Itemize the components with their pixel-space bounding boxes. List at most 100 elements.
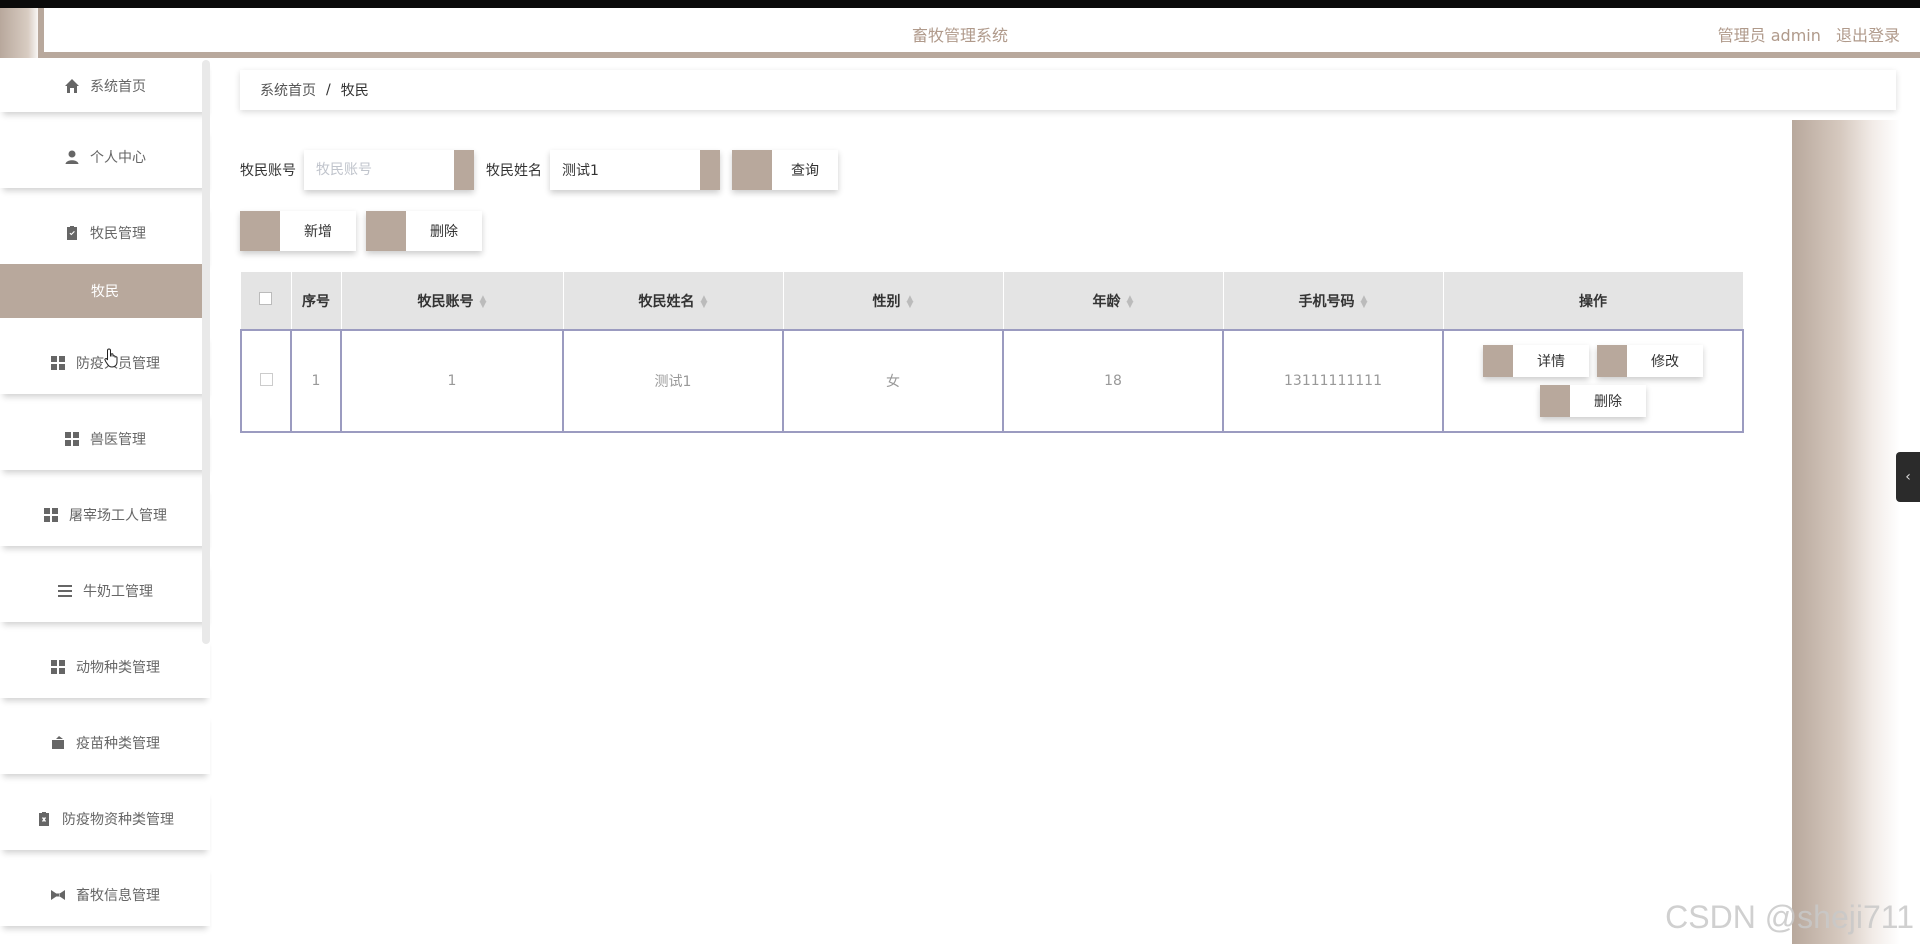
logout-link[interactable]: 退出登录: [1836, 26, 1900, 45]
sidebar-item-herder-management[interactable]: 牧民管理: [0, 202, 210, 264]
sort-icon: ▲ ▼: [906, 293, 914, 310]
sidebar-item-label: 兽医管理: [90, 432, 146, 448]
app-header: 畜牧管理系统 管理员 admin 退出登录: [0, 8, 1920, 58]
sidebar-item-home[interactable]: 系统首页: [0, 60, 210, 112]
account-input-wrapper: [304, 150, 474, 190]
col-gender-label: 性别: [872, 293, 901, 310]
sidebar-item-label: 屠宰场工人管理: [69, 508, 167, 524]
home-icon: [64, 78, 80, 94]
col-name[interactable]: 牧民姓名 ▲ ▼: [563, 272, 784, 330]
search-bar: 牧民账号 牧民姓名 查询: [240, 150, 838, 190]
detail-button-label: 详情: [1537, 354, 1565, 370]
sidebar-item-slaughterhouse-worker-management[interactable]: 屠宰场工人管理: [0, 484, 210, 546]
sidebar-item-milk-worker-management[interactable]: 牛奶工管理: [0, 560, 210, 622]
sidebar-item-livestock-info-management[interactable]: 畜牧信息管理: [0, 864, 210, 926]
sort-icon: ▲ ▼: [1360, 293, 1368, 310]
sidebar-item-label: 疫苗种类管理: [76, 736, 160, 752]
col-age[interactable]: 年龄 ▲ ▼: [1003, 272, 1224, 330]
button-decoration: [1483, 345, 1513, 377]
col-operations: 操作: [1443, 272, 1744, 330]
breadcrumb-home[interactable]: 系统首页: [260, 80, 316, 100]
sort-icon: ▲ ▼: [1126, 293, 1134, 310]
row-select-cell: [240, 329, 292, 433]
name-input-decoration: [696, 150, 720, 190]
account-input[interactable]: [304, 150, 444, 190]
right-decoration-panel: [1792, 120, 1900, 944]
sidebar: 系统首页 个人中心 牧民管理 牧民 防疫人员管理 兽医管理 屠宰场工人管理 牛奶…: [0, 60, 212, 944]
col-gender[interactable]: 性别 ▲ ▼: [783, 272, 1004, 330]
account-input-decoration: [450, 150, 474, 190]
row-checkbox[interactable]: [259, 372, 273, 386]
hand-cursor-icon: [104, 348, 118, 368]
table-header-row: 序号 牧民账号 ▲ ▼ 牧民姓名 ▲ ▼ 性别 ▲ ▼ 年龄 ▲ ▼ 手机号码 ▲ ▼ 操作: [241, 272, 1744, 330]
row-delete-button[interactable]: 删除: [1540, 385, 1646, 417]
action-bar: 新增 删除: [240, 211, 482, 251]
sidebar-item-personal-center[interactable]: 个人中心: [0, 126, 210, 188]
col-account[interactable]: 牧民账号 ▲ ▼: [341, 272, 564, 330]
select-all-checkbox[interactable]: [259, 292, 273, 305]
list-icon: [57, 583, 73, 599]
col-phone-label: 手机号码: [1298, 293, 1355, 310]
sidebar-item-vaccine-type-management[interactable]: 疫苗种类管理: [0, 712, 210, 774]
collapse-panel-button[interactable]: ‹: [1896, 452, 1920, 502]
button-decoration: [366, 211, 406, 251]
user-icon: [64, 149, 80, 165]
cell-index: 1: [290, 329, 342, 433]
button-decoration: [1597, 345, 1627, 377]
herder-table: 序号 牧民账号 ▲ ▼ 牧民姓名 ▲ ▼ 性别 ▲ ▼ 年龄 ▲ ▼ 手机号码 ▲ ▼ 操作 1 1…: [240, 272, 1744, 433]
detail-button[interactable]: 详情: [1483, 345, 1589, 377]
grid-icon: [50, 659, 66, 675]
sidebar-item-label: 防疫物资种类管理: [62, 812, 174, 828]
clipboard-x-icon: [36, 811, 52, 827]
col-index: 序号: [291, 272, 342, 330]
select-all-header: [241, 272, 292, 330]
sort-icon: ▲ ▼: [700, 293, 708, 310]
sidebar-item-label: 个人中心: [90, 150, 146, 166]
grid-icon: [43, 507, 59, 523]
account-label: 牧民账号: [240, 163, 296, 179]
row-delete-button-label: 删除: [1594, 394, 1622, 410]
user-area: 管理员 admin 退出登录: [1708, 22, 1900, 46]
clipboard-icon: [64, 225, 80, 241]
watermark: CSDN @sheji711: [1665, 899, 1914, 935]
top-strip: [0, 0, 1920, 8]
cell-phone: 13111111111: [1222, 329, 1444, 433]
breadcrumb-separator: /: [326, 82, 331, 98]
bow-icon: [50, 887, 66, 903]
app-title: 畜牧管理系统: [911, 26, 1008, 45]
cell-account: 1: [340, 329, 564, 433]
sidebar-item-label: 牧民: [91, 284, 119, 300]
col-phone[interactable]: 手机号码 ▲ ▼: [1223, 272, 1444, 330]
grid-icon: [64, 431, 80, 447]
chevron-left-icon: ‹: [1905, 469, 1911, 485]
button-decoration: [732, 150, 772, 190]
sidebar-item-label: 动物种类管理: [76, 660, 160, 676]
sidebar-item-animal-type-management[interactable]: 动物种类管理: [0, 636, 210, 698]
col-account-label: 牧民账号: [417, 293, 474, 310]
sidebar-item-label: 牧民管理: [90, 226, 146, 242]
sidebar-item-label: 系统首页: [90, 79, 146, 95]
batch-delete-button[interactable]: 删除: [366, 211, 482, 251]
sidebar-item-label: 牛奶工管理: [83, 584, 153, 600]
sidebar-item-vet-management[interactable]: 兽医管理: [0, 408, 210, 470]
name-input-wrapper: [550, 150, 720, 190]
user-label: 管理员 admin: [1717, 26, 1821, 45]
sidebar-scrollbar[interactable]: [202, 60, 210, 644]
wallet-icon: [50, 735, 66, 751]
button-decoration: [1540, 385, 1570, 417]
button-decoration: [240, 211, 280, 251]
name-label: 牧民姓名: [486, 163, 542, 179]
cell-name: 测试1: [562, 329, 784, 433]
edit-button-label: 修改: [1651, 354, 1679, 370]
cell-operations: 详情 修改 删除: [1442, 329, 1744, 433]
col-age-label: 年龄: [1092, 293, 1121, 310]
add-button[interactable]: 新增: [240, 211, 356, 251]
name-input[interactable]: [550, 150, 690, 190]
breadcrumb-current: 牧民: [340, 83, 369, 99]
cell-gender: 女: [782, 329, 1004, 433]
query-button[interactable]: 查询: [732, 150, 838, 190]
sort-icon: ▲ ▼: [479, 293, 487, 310]
sidebar-subitem-herder[interactable]: 牧民: [0, 264, 210, 318]
edit-button[interactable]: 修改: [1597, 345, 1703, 377]
sidebar-item-epidemic-supply-type-management[interactable]: 防疫物资种类管理: [0, 788, 210, 850]
